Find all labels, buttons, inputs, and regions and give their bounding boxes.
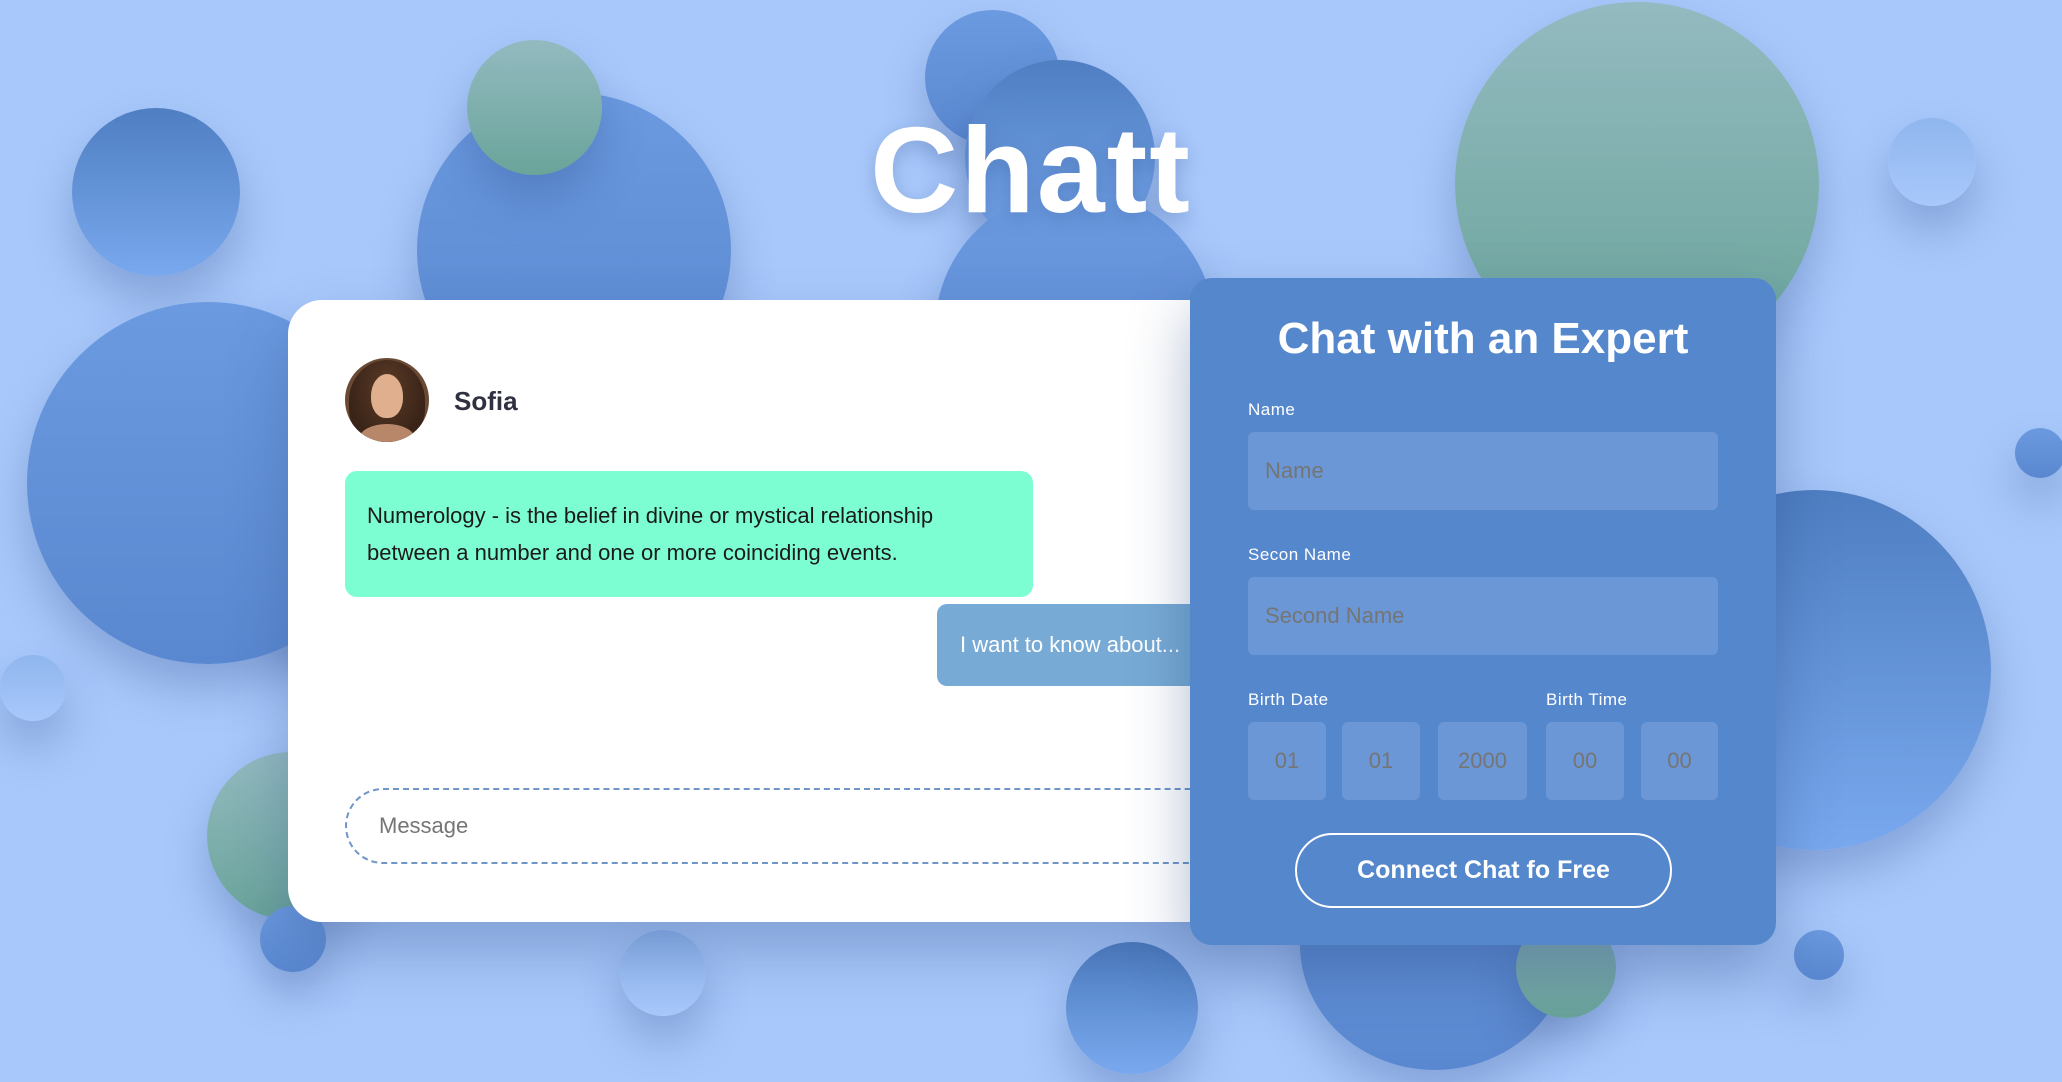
avatar (345, 358, 429, 442)
avatar-face (371, 374, 403, 418)
birth-date-label: Birth Date (1248, 690, 1329, 709)
expert-form: Chat with an Expert Name Secon Name Birt… (1190, 278, 1776, 945)
birth-time-label: Birth Time (1546, 690, 1628, 709)
birth-minute-input[interactable] (1641, 722, 1718, 800)
page: { "app": { "title": "Chatt" }, "chat": {… (0, 0, 2062, 1082)
connect-chat-button[interactable]: Connect Chat fo Free (1295, 833, 1672, 908)
form-title: Chat with an Expert (1277, 314, 1689, 363)
message-input[interactable] (345, 788, 1228, 864)
birth-year-input[interactable] (1438, 722, 1527, 800)
background-bubble (1066, 942, 1198, 1074)
birth-month-input[interactable] (1342, 722, 1420, 800)
birth-day-input[interactable] (1248, 722, 1326, 800)
second-name-label: Secon Name (1248, 545, 1352, 564)
name-input[interactable] (1248, 432, 1718, 510)
background-bubble (2015, 428, 2062, 478)
background-bubble (620, 930, 706, 1016)
birth-hour-input[interactable] (1546, 722, 1624, 800)
app-title: Chatt (870, 102, 1192, 238)
background-bubble (0, 655, 66, 721)
incoming-message: Numerology - is the belief in divine or … (345, 471, 1033, 597)
outgoing-message: I want to know about... (937, 604, 1228, 686)
second-name-input[interactable] (1248, 577, 1718, 655)
chat-window: Sofia Numerology - is the belief in divi… (288, 300, 1228, 922)
background-bubble (1794, 930, 1844, 980)
name-label: Name (1248, 400, 1296, 419)
chat-user-name: Sofia (454, 386, 518, 416)
